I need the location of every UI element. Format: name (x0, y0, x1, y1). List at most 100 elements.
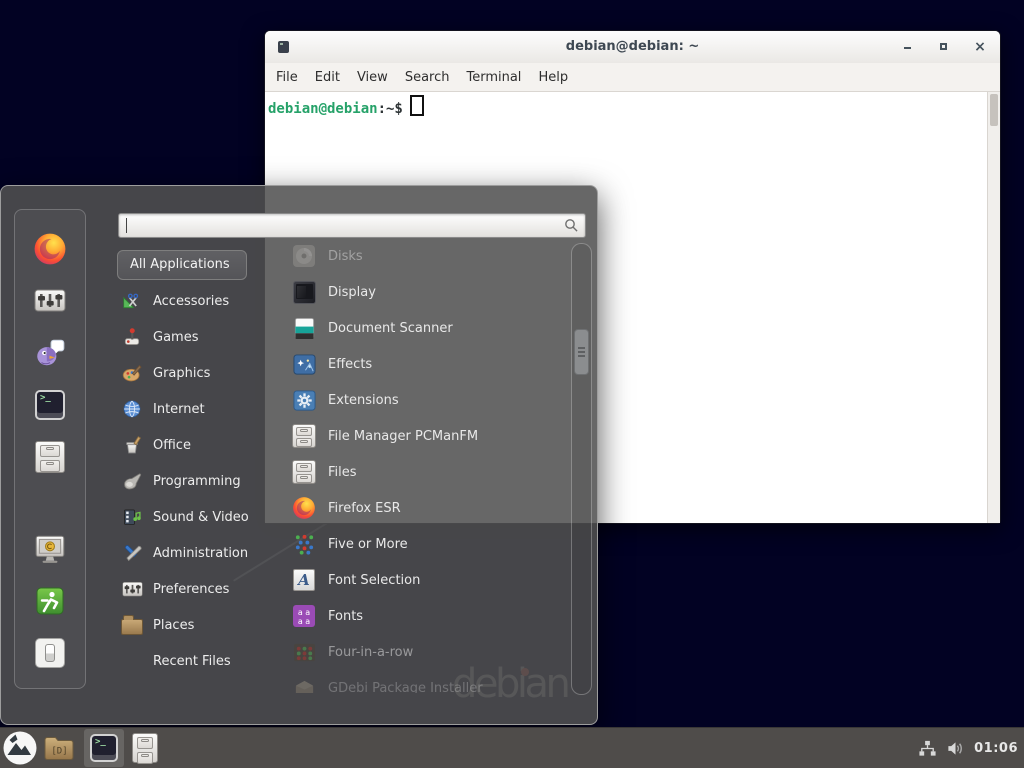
app-item-font-selection[interactable]: Font Selection (284, 562, 570, 598)
close-button[interactable]: × (974, 41, 986, 53)
maximize-button[interactable] (938, 41, 950, 53)
terminal-titlebar[interactable]: debian@debian: ~ × (265, 31, 1000, 64)
category-recent-files[interactable]: Recent Files (113, 643, 265, 679)
font-selection-icon (292, 568, 316, 592)
category-administration[interactable]: Administration (113, 535, 265, 571)
menu-file[interactable]: File (276, 70, 298, 85)
app-item-display[interactable]: Display (284, 274, 570, 310)
file-cabinet-icon (292, 460, 316, 484)
five-or-more-icon (292, 532, 316, 556)
menu-app-list: Disks Display Document Scanner Effects E… (284, 238, 570, 693)
firefox-icon (33, 232, 67, 266)
internet-icon (121, 398, 143, 420)
menu-edit[interactable]: Edit (315, 70, 340, 85)
category-all-applications[interactable]: All Applications (117, 250, 247, 280)
menu-scrollbar-track[interactable] (571, 243, 592, 695)
category-graphics[interactable]: Graphics (113, 355, 265, 391)
menu-search[interactable]: Search (405, 70, 450, 85)
app-item-four-in-a-row[interactable]: Four-in-a-row (284, 634, 570, 670)
graphics-icon (121, 362, 143, 384)
sidebar-pidgin-button[interactable] (33, 336, 67, 370)
applications-menu: All Applications Accessories Games Graph… (0, 185, 598, 725)
power-icon (35, 638, 65, 668)
sound-video-icon (121, 506, 143, 528)
taskbar: [D] 01:06 (0, 727, 1024, 768)
accessories-icon (121, 290, 143, 312)
office-icon (121, 434, 143, 456)
document-scanner-icon (292, 316, 316, 340)
app-item-files[interactable]: Files (284, 454, 570, 490)
network-icon[interactable] (918, 739, 937, 758)
sidebar-log-out-button[interactable] (33, 584, 67, 618)
terminal-scrollbar-thumb[interactable] (990, 94, 998, 126)
app-item-fonts[interactable]: Fonts (284, 598, 570, 634)
sidebar-terminal-button[interactable] (33, 388, 67, 422)
search-input[interactable] (118, 213, 586, 238)
games-icon (121, 326, 143, 348)
search-caret (126, 218, 127, 233)
terminal-icon (35, 390, 65, 420)
category-internet[interactable]: Internet (113, 391, 265, 427)
display-icon (292, 280, 316, 304)
sidebar-control-center-button[interactable] (33, 284, 67, 318)
desktop: debian debian@debian: ~ × File Edit View… (0, 0, 1024, 768)
control-center-icon (34, 288, 66, 314)
terminal-icon (90, 734, 118, 762)
volume-icon[interactable] (946, 739, 965, 758)
programming-icon (121, 470, 143, 492)
terminal-menubar: File Edit View Search Terminal Help (265, 63, 1000, 92)
sidebar-firefox-button[interactable] (33, 232, 67, 266)
app-item-disks[interactable]: Disks (284, 238, 570, 274)
taskbar-files-button[interactable] (127, 731, 163, 765)
app-item-document-scanner[interactable]: Document Scanner (284, 310, 570, 346)
search-icon (564, 218, 579, 233)
sidebar-quit-button[interactable] (33, 636, 67, 670)
system-tray: 01:06 (918, 739, 1018, 758)
menu-terminal[interactable]: Terminal (466, 70, 521, 85)
extensions-icon (292, 388, 316, 412)
menu-favorites-sidebar (14, 209, 86, 689)
disks-icon (292, 244, 316, 268)
four-in-a-row-icon (292, 640, 316, 664)
svg-text:[D]: [D] (51, 747, 67, 757)
menu-categories: All Applications Accessories Games Graph… (113, 249, 265, 679)
administration-icon (121, 542, 143, 564)
category-programming[interactable]: Programming (113, 463, 265, 499)
menu-button[interactable] (2, 730, 38, 766)
fonts-icon (292, 604, 316, 628)
text-cursor (410, 95, 424, 116)
app-item-five-or-more[interactable]: Five or More (284, 526, 570, 562)
folder-icon: [D] (43, 734, 75, 762)
sidebar-lock-screen-button[interactable] (33, 532, 67, 566)
pidgin-icon (33, 336, 67, 370)
preferences-icon (121, 578, 143, 600)
effects-icon (292, 352, 316, 376)
file-cabinet-icon (132, 733, 158, 763)
app-item-file-manager-pcmanfm[interactable]: File Manager PCManFM (284, 418, 570, 454)
places-icon (121, 614, 143, 636)
app-item-firefox-esr[interactable]: Firefox ESR (284, 490, 570, 526)
taskbar-terminal-window-button[interactable] (84, 729, 124, 767)
menu-help[interactable]: Help (538, 70, 568, 85)
app-item-extensions[interactable]: Extensions (284, 382, 570, 418)
app-item-effects[interactable]: Effects (284, 346, 570, 382)
desktop-folder-launcher[interactable]: [D] (41, 731, 77, 765)
terminal-title: debian@debian: ~ (265, 31, 1000, 63)
category-games[interactable]: Games (113, 319, 265, 355)
lock-screen-icon (33, 532, 67, 566)
category-office[interactable]: Office (113, 427, 265, 463)
menu-scrollbar-thumb[interactable] (574, 329, 589, 375)
category-accessories[interactable]: Accessories (113, 283, 265, 319)
sidebar-files-button[interactable] (33, 440, 67, 474)
terminal-scrollbar[interactable] (987, 92, 1000, 523)
category-sound-video[interactable]: Sound & Video (113, 499, 265, 535)
menu-view[interactable]: View (357, 70, 388, 85)
minimize-button[interactable] (902, 41, 914, 53)
log-out-icon (34, 585, 66, 617)
menu-logo-icon (2, 730, 38, 766)
app-item-gdebi-package-installer[interactable]: GDebi Package Installer (284, 670, 570, 693)
firefox-icon (292, 496, 316, 520)
category-places[interactable]: Places (113, 607, 265, 643)
clock[interactable]: 01:06 (974, 741, 1018, 756)
category-preferences[interactable]: Preferences (113, 571, 265, 607)
